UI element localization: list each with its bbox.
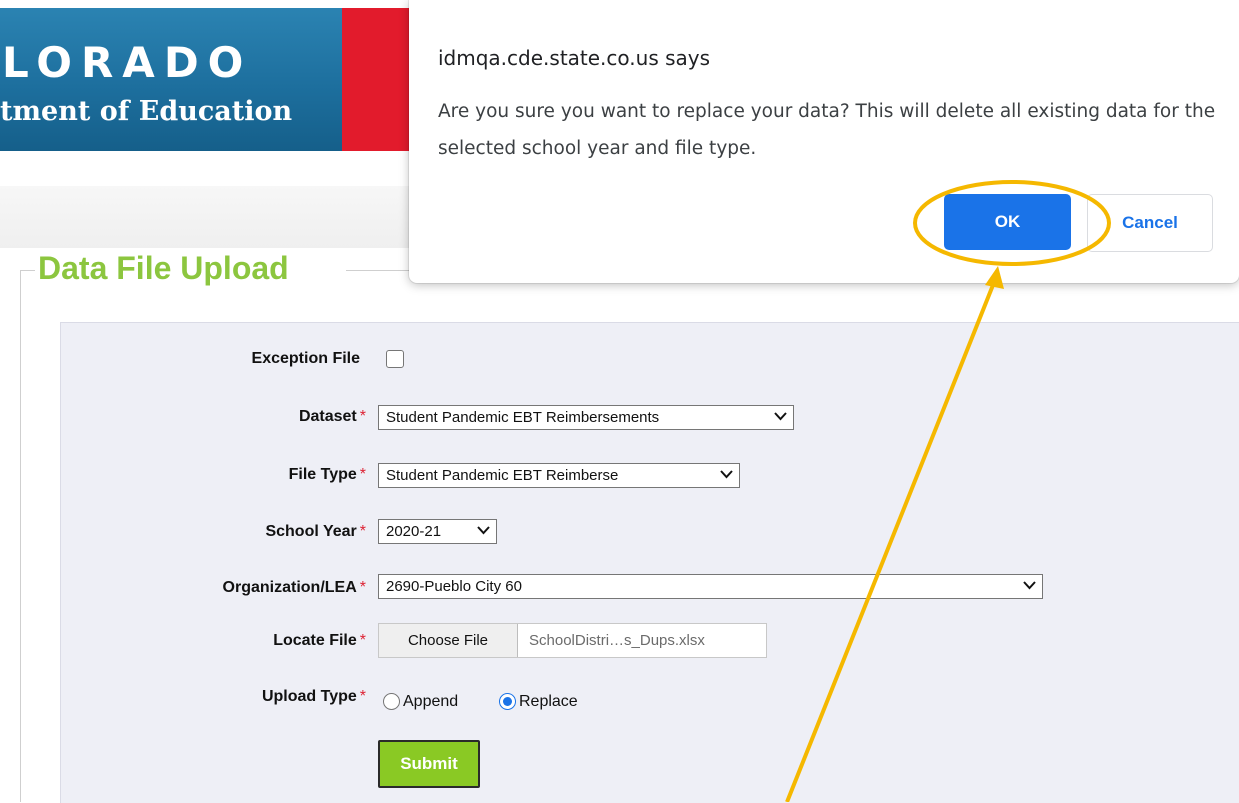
upload-type-row: Upload Type * bbox=[60, 688, 366, 718]
chevron-down-icon bbox=[1023, 578, 1036, 593]
selected-file-name: SchoolDistri…s_Dups.xlsx bbox=[529, 632, 705, 649]
dataset-row: Dataset * bbox=[60, 408, 366, 438]
file-type-select[interactable]: Student Pandemic EBT Reimberse bbox=[378, 463, 740, 488]
required-mark: * bbox=[359, 466, 366, 483]
append-radio[interactable] bbox=[383, 693, 400, 710]
dataset-value: Student Pandemic EBT Reimbersements bbox=[386, 409, 660, 426]
form-legend: Data File Upload bbox=[38, 250, 289, 286]
locate-file-row: Locate File * bbox=[60, 632, 366, 662]
exception-file-checkbox[interactable] bbox=[386, 350, 404, 368]
file-type-row: File Type * bbox=[60, 466, 366, 496]
organization-value: 2690-Pueblo City 60 bbox=[386, 578, 522, 595]
school-year-select[interactable]: 2020-21 bbox=[378, 519, 497, 544]
school-year-value: 2020-21 bbox=[386, 523, 442, 540]
brand-subtitle: tment of Education bbox=[0, 96, 293, 127]
required-mark: * bbox=[359, 579, 366, 596]
confirm-dialog: idmqa.cde.state.co.us says Are you sure … bbox=[409, 0, 1239, 283]
choose-file-button[interactable]: Choose File bbox=[379, 624, 518, 657]
file-input[interactable]: Choose File SchoolDistri…s_Dups.xlsx bbox=[378, 623, 767, 658]
replace-radio[interactable] bbox=[499, 693, 516, 710]
exception-file-label: Exception File bbox=[251, 350, 360, 367]
fieldset-border bbox=[20, 270, 21, 802]
form-panel bbox=[60, 322, 1239, 803]
header-banner: LORADO tment of Education bbox=[0, 8, 410, 151]
replace-radio-label[interactable]: Replace bbox=[519, 693, 578, 711]
chevron-down-icon bbox=[477, 523, 490, 538]
organization-select[interactable]: 2690-Pueblo City 60 bbox=[378, 574, 1043, 599]
upload-type-label: Upload Type * bbox=[261, 688, 366, 705]
required-mark: * bbox=[359, 408, 366, 425]
locate-file-label: Locate File * bbox=[273, 632, 366, 649]
school-year-label: School Year * bbox=[265, 523, 366, 540]
required-mark: * bbox=[359, 632, 366, 649]
dialog-message: Are you sure you want to replace your da… bbox=[438, 101, 1216, 159]
fieldset-border bbox=[346, 270, 410, 271]
exception-file-row: Exception File bbox=[60, 350, 360, 380]
required-mark: * bbox=[359, 688, 366, 705]
banner-red-block bbox=[342, 8, 410, 151]
submit-button[interactable]: Submit bbox=[378, 740, 480, 788]
organization-row: Organization/LEA * bbox=[60, 579, 366, 609]
fieldset-border bbox=[20, 270, 35, 271]
required-mark: * bbox=[359, 523, 366, 540]
chevron-down-icon bbox=[720, 467, 733, 482]
file-type-value: Student Pandemic EBT Reimberse bbox=[386, 467, 619, 484]
brand-name: LORADO bbox=[2, 38, 253, 87]
ok-button[interactable]: OK bbox=[944, 194, 1071, 250]
organization-label: Organization/LEA * bbox=[222, 579, 366, 596]
file-type-label: File Type * bbox=[288, 466, 366, 483]
dialog-title: idmqa.cde.state.co.us says bbox=[438, 46, 711, 70]
dataset-select[interactable]: Student Pandemic EBT Reimbersements bbox=[378, 405, 794, 430]
dataset-label: Dataset * bbox=[298, 408, 366, 425]
school-year-row: School Year * bbox=[60, 523, 366, 553]
chevron-down-icon bbox=[774, 409, 787, 424]
append-radio-label[interactable]: Append bbox=[403, 693, 458, 711]
cancel-button[interactable]: Cancel bbox=[1087, 194, 1213, 252]
